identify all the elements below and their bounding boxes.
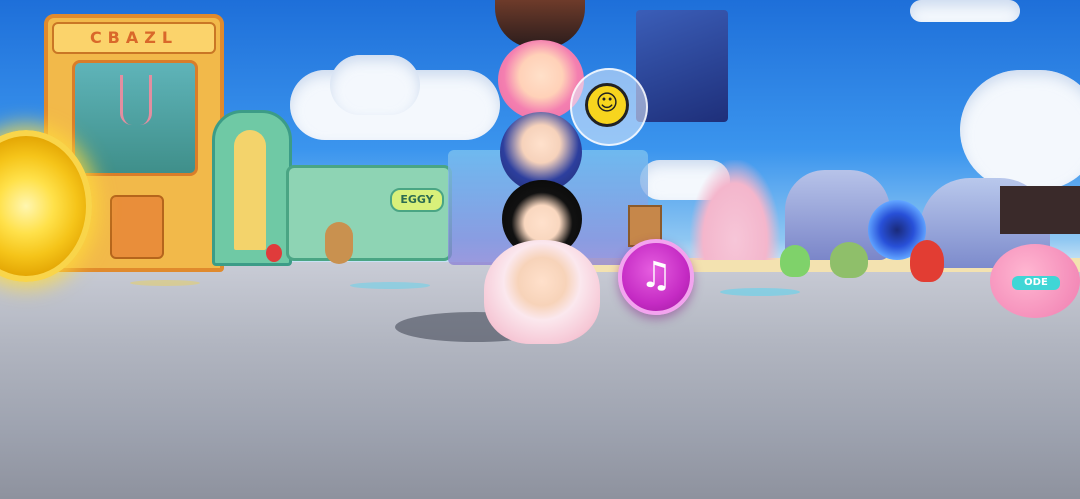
floor-decal [720, 288, 800, 296]
floor-decal [350, 282, 430, 289]
floor-decal [130, 280, 200, 286]
emote-bubble: ☺ [570, 68, 648, 146]
npc-character[interactable] [266, 244, 282, 262]
player-character[interactable] [484, 240, 600, 344]
shop-sign-text: EGGY [400, 193, 434, 206]
claw-icon [120, 75, 152, 125]
floating-cube [636, 10, 728, 122]
character-badge-text: ODE [1024, 277, 1048, 288]
npc-character-pink[interactable]: ODE [990, 244, 1080, 318]
cloud [910, 0, 1020, 22]
arcade-sign: CBAZL [52, 22, 216, 54]
teal-building-door [234, 130, 266, 250]
arcade-sign-text: CBAZL [89, 28, 179, 47]
npc-character[interactable] [325, 222, 353, 264]
music-note-icon: ♫ [639, 255, 673, 296]
npc-character[interactable] [830, 242, 868, 278]
cloud [330, 55, 420, 115]
music-emote-button[interactable]: ♫ [618, 239, 694, 315]
game-scene: CBAZL EGGY ODE ☺ ♫ [0, 0, 1080, 499]
arcade-door [110, 195, 164, 259]
character-badge: ODE [1012, 276, 1060, 290]
coral-decoration [690, 160, 780, 260]
shop-building [286, 165, 452, 261]
dark-billboard [1000, 186, 1080, 234]
npc-character[interactable] [910, 240, 944, 282]
grinning-face-icon: ☺ [585, 83, 629, 127]
npc-character[interactable] [780, 245, 810, 277]
shop-sign: EGGY [390, 188, 444, 212]
cloud [960, 70, 1080, 190]
